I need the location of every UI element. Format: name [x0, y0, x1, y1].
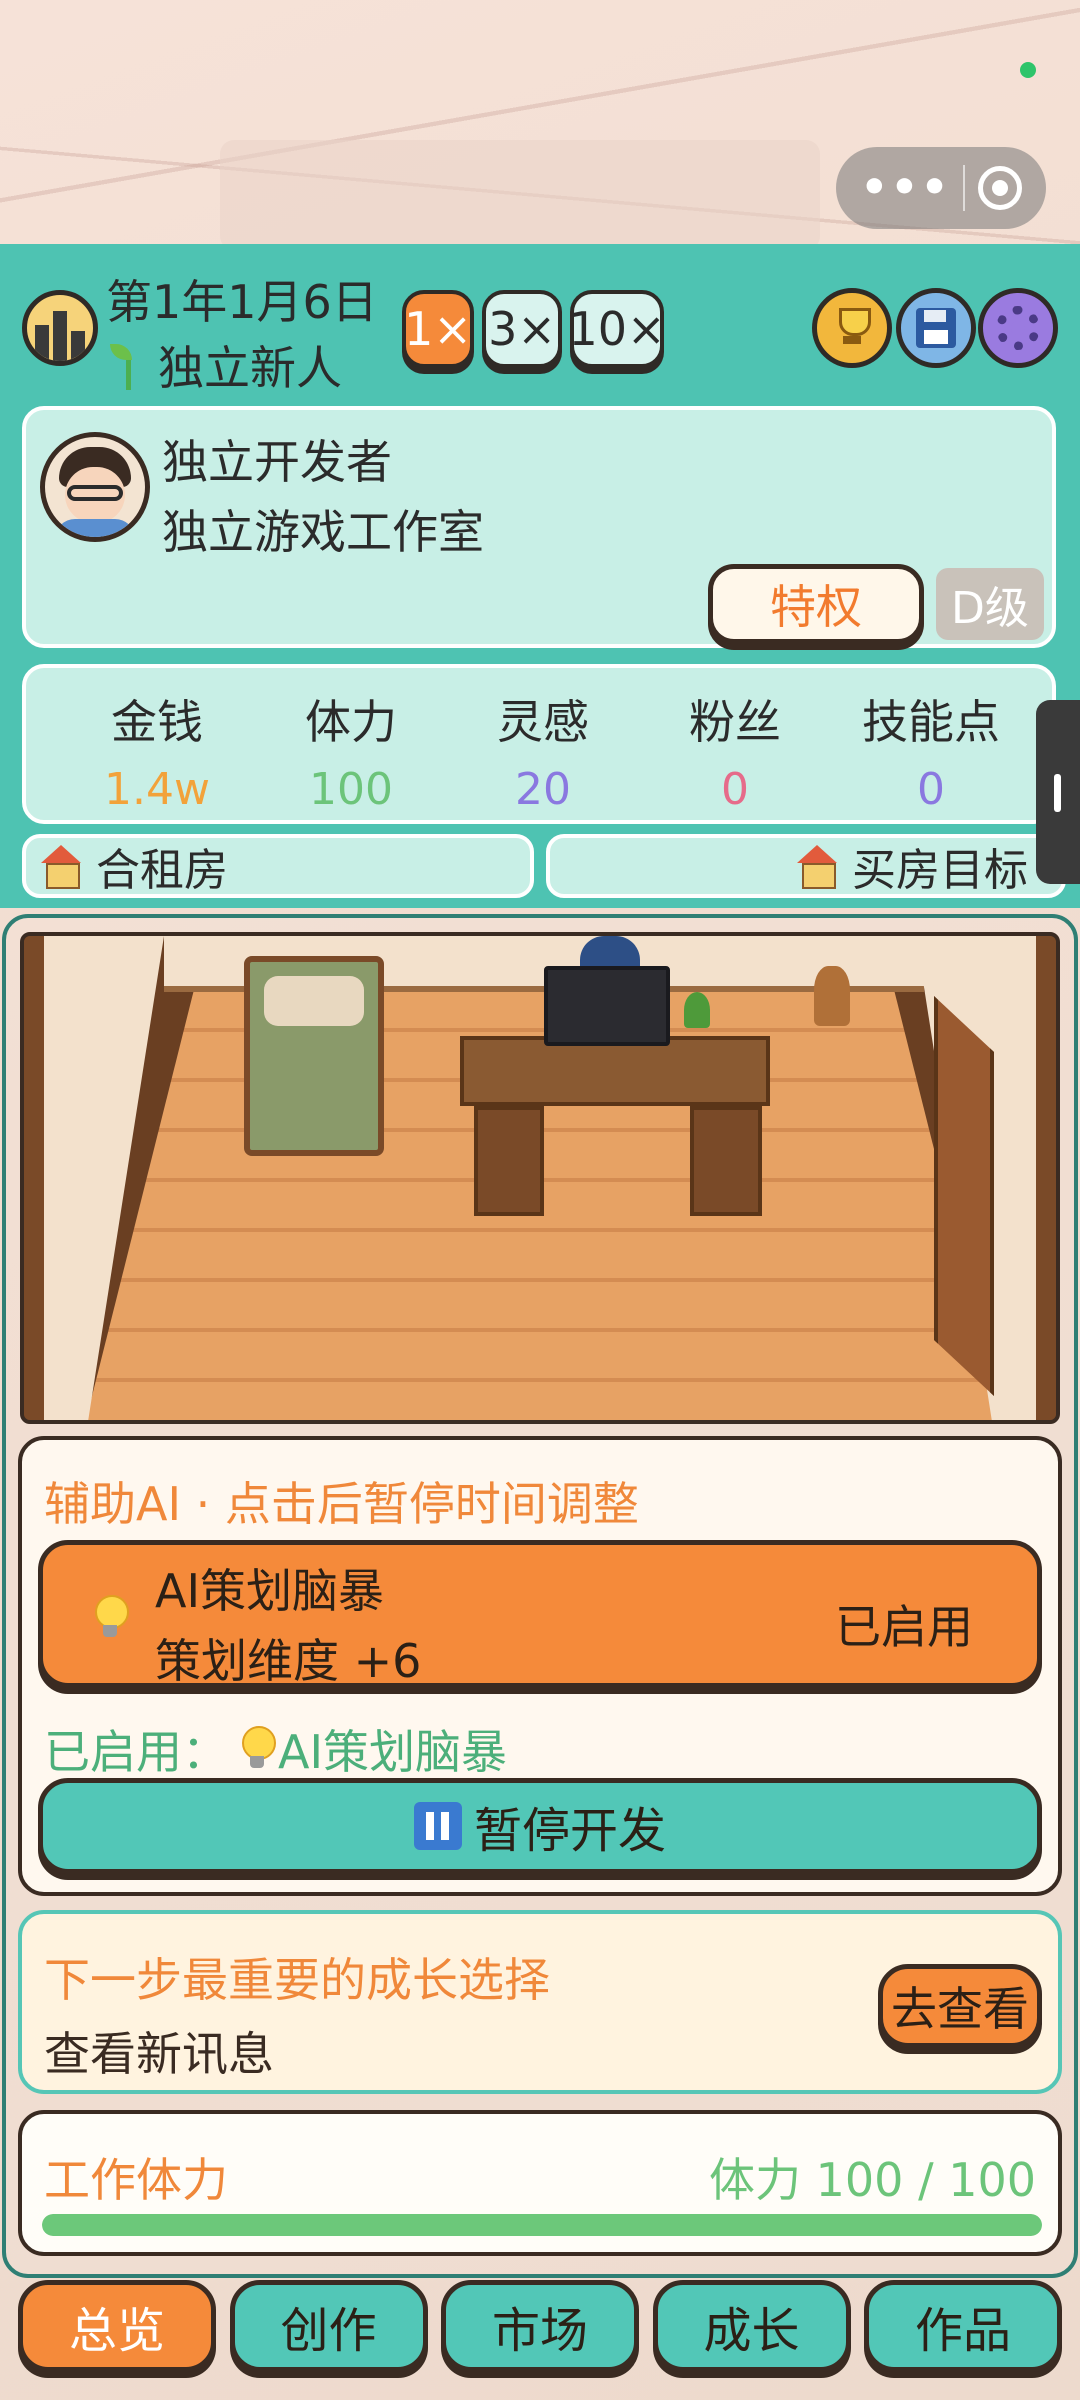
stat-value: 100 [309, 764, 393, 815]
stat-value: 1.4w [104, 764, 210, 815]
game-date: 第1年1月6日 [106, 275, 378, 329]
stat-value: 0 [917, 764, 945, 815]
stat-skill-points: 技能点 0 [836, 686, 1026, 815]
desk-sprite [460, 1036, 770, 1106]
work-energy-title: 工作体力 [44, 2153, 228, 2207]
bottom-tab-bar: 总览 创作 市场 成长 作品 [18, 2280, 1062, 2386]
tab-works[interactable]: 作品 [864, 2280, 1062, 2372]
studio-name: 独立游戏工作室 [162, 505, 484, 559]
speed-10x-button[interactable]: 10× [568, 290, 666, 368]
ai-assist-title: 辅助AI · 点击后暂停时间调整 [44, 1477, 639, 1531]
ai-option-name: AI策划脑暴 [155, 1564, 385, 1618]
stat-label: 灵感 [497, 695, 589, 749]
ai-option-status: 已启用 [835, 1600, 973, 1654]
work-energy-value: 体力 100 / 100 [709, 2153, 1036, 2207]
developer-avatar[interactable] [40, 432, 150, 542]
settings-button[interactable] [978, 288, 1058, 368]
computer-sprite [544, 966, 670, 1046]
house-icon [40, 845, 82, 889]
tab-create[interactable]: 创作 [229, 2280, 428, 2372]
ai-option-brainstorm[interactable]: AI策划脑暴 策划维度 +6 已启用 [38, 1540, 1042, 1688]
pause-development-button[interactable]: 暂停开发 [38, 1778, 1042, 1874]
mini-program-capsule: ••• [836, 147, 1046, 229]
profile-card: 独立开发者 独立游戏工作室 特权 D级 [22, 406, 1056, 648]
speed-1x-button[interactable]: 1× [402, 290, 474, 368]
stat-label: 粉丝 [689, 695, 781, 749]
stat-value: 20 [515, 764, 571, 815]
ai-enabled-summary: 已启用： AI策划脑暴 [44, 1716, 507, 1782]
growth-title: 下一步最重要的成长选择 [44, 1953, 550, 2007]
ai-assist-card: 辅助AI · 点击后暂停时间调整 AI策划脑暴 策划维度 +6 已启用 已启用：… [18, 1436, 1062, 1896]
tab-overview[interactable]: 总览 [18, 2280, 216, 2372]
trophy-icon [833, 308, 871, 348]
ai-enabled-item: AI策划脑暴 [278, 1725, 508, 1779]
stat-fans: 粉丝 0 [640, 686, 830, 815]
work-energy-bar [42, 2214, 1042, 2236]
gear-icon [996, 306, 1040, 350]
side-drawer-handle[interactable] [1036, 700, 1080, 884]
housing-goal[interactable]: 买房目标 [546, 834, 1066, 898]
capsule-divider [963, 165, 966, 211]
target-close-icon[interactable] [977, 166, 1022, 210]
developer-name: 独立开发者 [162, 435, 392, 489]
stat-value: 0 [721, 764, 749, 815]
growth-subtitle: 查看新讯息 [44, 2027, 274, 2081]
tab-growth[interactable]: 成长 [652, 2280, 851, 2372]
lightbulb-icon [95, 1595, 129, 1641]
stat-stamina: 体力 100 [256, 686, 446, 815]
pause-icon [413, 1802, 462, 1850]
stat-money: 金钱 1.4w [62, 686, 252, 815]
lightbulb-icon [242, 1726, 276, 1772]
privilege-button[interactable]: 特权 [708, 564, 924, 644]
door-sprite [934, 996, 994, 1396]
ai-option-effect: 策划维度 +6 [155, 1634, 422, 1688]
decor-shelf [220, 140, 820, 250]
house-icon [796, 845, 838, 889]
room-scene [20, 932, 1060, 1424]
save-button[interactable] [896, 288, 976, 368]
stat-label: 体力 [305, 695, 397, 749]
floppy-save-icon [916, 308, 956, 348]
current-housing-label: 合租房 [96, 845, 228, 896]
player-rank: 独立新人 [106, 332, 342, 398]
work-energy-bar-fill [42, 2214, 1042, 2236]
stat-label: 技能点 [862, 695, 1000, 749]
achievements-button[interactable] [812, 288, 892, 368]
tab-market[interactable]: 市场 [441, 2280, 639, 2372]
pause-development-label: 暂停开发 [473, 1803, 666, 1859]
view-news-button[interactable]: 去查看 [878, 1964, 1042, 2048]
stat-label: 金钱 [111, 695, 203, 749]
more-dots-icon[interactable]: ••• [860, 166, 950, 210]
work-energy-card: 工作体力 体力 100 / 100 [18, 2110, 1062, 2256]
housing-goal-label: 买房目标 [852, 845, 1028, 896]
status-indicator-dot [1020, 62, 1036, 78]
current-housing[interactable]: 合租房 [22, 834, 534, 898]
growth-card: 下一步最重要的成长选择 查看新讯息 去查看 [18, 1910, 1062, 2094]
grade-badge: D级 [936, 568, 1044, 640]
city-avatar-icon[interactable] [22, 290, 98, 366]
ai-enabled-label: 已启用： [44, 1725, 228, 1779]
player-rank-label: 独立新人 [158, 341, 342, 395]
sprout-icon [106, 340, 150, 390]
stat-inspiration: 灵感 20 [448, 686, 638, 815]
stats-card: 金钱 1.4w 体力 100 灵感 20 粉丝 0 技能点 0 [22, 664, 1056, 824]
speed-3x-button[interactable]: 3× [482, 290, 562, 368]
